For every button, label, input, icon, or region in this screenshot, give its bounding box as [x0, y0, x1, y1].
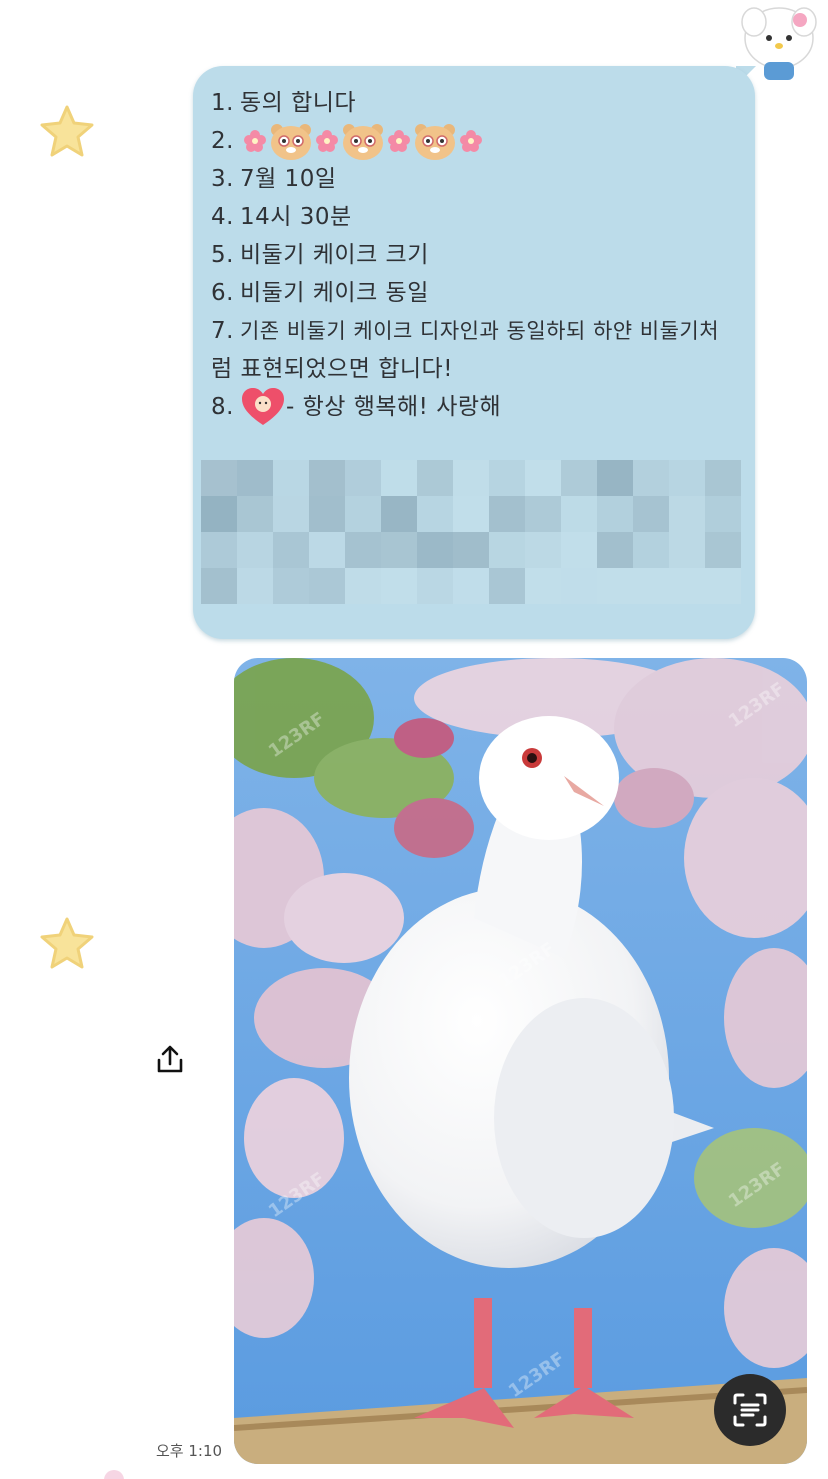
- line-number: 4.: [211, 204, 234, 230]
- line-text: 비둘기 케이크 크기: [239, 242, 429, 268]
- line-number: 6.: [211, 280, 234, 306]
- line-number: 7.: [211, 318, 234, 344]
- text-scan-button[interactable]: [714, 1374, 786, 1446]
- share-icon: [157, 1045, 183, 1073]
- line-text: 럼 표현되었으면 합니다!: [211, 356, 453, 382]
- message-line: 6. 비둘기 케이크 동일: [211, 274, 741, 312]
- line-number: 2.: [211, 128, 234, 154]
- message-line-emoji: 2.: [211, 122, 741, 160]
- flower-icon: [315, 130, 338, 152]
- text-scan-icon: [733, 1393, 767, 1427]
- line-text: 7월 10일: [239, 166, 337, 192]
- message-timestamp: 오후 1:10: [156, 1442, 223, 1460]
- bear-icon: [342, 124, 383, 160]
- message-line: 3. 7월 10일: [211, 160, 741, 198]
- message-line: 5. 비둘기 케이크 크기: [211, 236, 741, 274]
- line-number: 8.: [211, 394, 234, 420]
- flower-icon: [459, 130, 482, 152]
- message-bubble[interactable]: 1. 동의 합니다 2. 3. 7월 10일 4. 14시 30분 5. 비둘기…: [193, 66, 755, 639]
- message-line: 1. 동의 합니다: [211, 84, 741, 122]
- emoji-row: [243, 121, 482, 161]
- bear-icon: [270, 124, 311, 160]
- line-text: 기존 비둘기 케이크 디자인과 동일하되 하얀 비둘기처: [239, 319, 720, 343]
- message-line: 럼 표현되었으면 합니다!: [211, 350, 741, 388]
- line-text: - 항상 행복해! 사랑해: [285, 394, 502, 420]
- line-text: 비둘기 케이크 동일: [239, 280, 429, 306]
- line-text: 동의 합니다: [239, 90, 357, 116]
- message-line: 4. 14시 30분: [211, 198, 741, 236]
- heart-baby-icon: [241, 388, 284, 425]
- message-line: 8. - 항상 행복해! 사랑해: [211, 388, 741, 426]
- message-text: 1. 동의 합니다 2. 3. 7월 10일 4. 14시 30분 5. 비둘기…: [211, 84, 741, 426]
- bear-icon: [414, 124, 455, 160]
- line-number: 3.: [211, 166, 234, 192]
- star-icon: [38, 103, 96, 161]
- line-number: 5.: [211, 242, 234, 268]
- blurred-text-mosaic: [201, 460, 741, 620]
- star-icon: [38, 915, 96, 973]
- sticker-fragment: [104, 1470, 124, 1479]
- pigeon-photo[interactable]: 123RF 123RF 123RF 123RF 123RF 123RF: [234, 658, 807, 1464]
- share-button[interactable]: [152, 1042, 188, 1078]
- message-line: 7. 기존 비둘기 케이크 디자인과 동일하되 하얀 비둘기처: [211, 312, 741, 350]
- line-number: 1.: [211, 90, 234, 116]
- line-text: 14시 30분: [239, 204, 352, 230]
- flower-icon: [243, 130, 266, 152]
- flower-icon: [387, 130, 410, 152]
